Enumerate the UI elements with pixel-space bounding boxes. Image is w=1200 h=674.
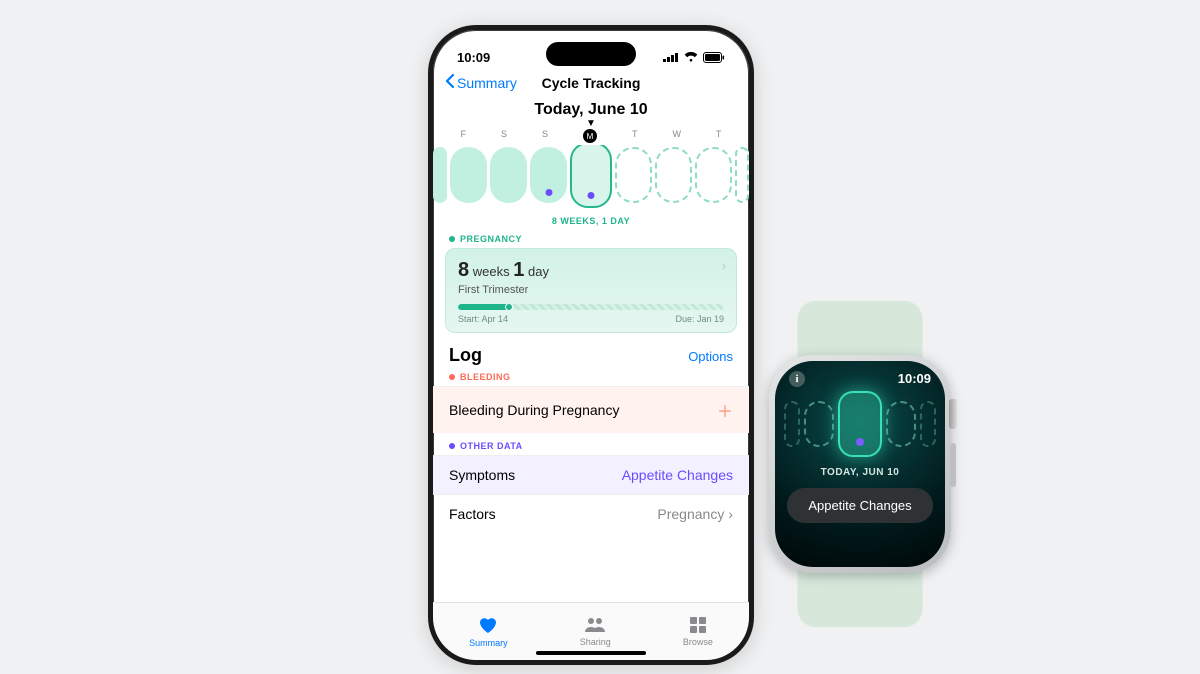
watch-device: i 10:09 TODAY, JUN 10 Appetite Changes bbox=[745, 355, 975, 573]
iphone-device: 10:09 Summary Cycle Tracking Today, June… bbox=[428, 25, 754, 665]
watch-date: TODAY, JUN 10 bbox=[775, 467, 945, 478]
watch-screen[interactable]: i 10:09 TODAY, JUN 10 Appetite Changes bbox=[775, 361, 945, 567]
tab-bar: Summary Sharing Browse bbox=[433, 602, 749, 660]
section-label: BLEEDING bbox=[460, 372, 511, 382]
cycle-day[interactable] bbox=[490, 147, 527, 203]
log-dot-icon bbox=[545, 189, 552, 196]
other-section-header: OTHER DATA bbox=[433, 433, 749, 455]
status-time: 10:09 bbox=[457, 50, 490, 65]
factors-row[interactable]: Factors Pregnancy › bbox=[433, 494, 749, 533]
tab-label: Summary bbox=[469, 638, 508, 648]
pregnancy-section-header: PREGNANCY bbox=[433, 234, 749, 248]
heart-icon bbox=[478, 616, 498, 636]
back-button[interactable]: Summary bbox=[445, 74, 517, 91]
back-label: Summary bbox=[457, 75, 517, 91]
home-indicator[interactable] bbox=[536, 651, 646, 655]
weekday-label: S bbox=[501, 129, 507, 143]
pregnancy-start: Start: Apr 14 bbox=[458, 314, 508, 324]
row-label: Symptoms bbox=[449, 467, 515, 483]
chevron-right-icon: › bbox=[728, 506, 733, 522]
tab-label: Browse bbox=[683, 637, 713, 647]
symptoms-row[interactable]: Symptoms Appetite Changes bbox=[433, 455, 749, 494]
pregnancy-card[interactable]: › 8 weeks 1 day First Trimester Start: A… bbox=[445, 248, 737, 333]
weekday-label: W bbox=[672, 129, 681, 143]
progress-knob-icon bbox=[505, 304, 513, 310]
row-label: Bleeding During Pregnancy bbox=[449, 402, 619, 418]
watch-band bbox=[798, 301, 923, 361]
pregnancy-progress bbox=[458, 304, 724, 310]
section-label: PREGNANCY bbox=[460, 234, 522, 244]
cycle-day[interactable] bbox=[784, 401, 800, 447]
cycle-strip[interactable] bbox=[433, 145, 749, 210]
log-dot-icon bbox=[856, 438, 864, 446]
side-button[interactable] bbox=[950, 443, 956, 487]
bullet-icon bbox=[449, 443, 455, 449]
log-options-button[interactable]: Options bbox=[688, 349, 733, 364]
section-label: OTHER DATA bbox=[460, 441, 523, 451]
digital-crown[interactable] bbox=[949, 399, 957, 429]
cycle-day[interactable] bbox=[695, 147, 732, 203]
cycle-day[interactable] bbox=[530, 147, 567, 203]
pregnancy-trimester: First Trimester bbox=[458, 284, 724, 296]
chevron-left-icon bbox=[445, 74, 455, 91]
watch-case: i 10:09 TODAY, JUN 10 Appetite Changes bbox=[769, 355, 951, 573]
log-dot-icon bbox=[588, 192, 595, 199]
log-title: Log bbox=[449, 345, 482, 366]
cellular-icon bbox=[663, 52, 679, 62]
dynamic-island bbox=[546, 42, 636, 66]
tab-sharing[interactable]: Sharing bbox=[580, 617, 611, 647]
watch-symptom-chip[interactable]: Appetite Changes bbox=[787, 488, 933, 523]
cycle-day[interactable] bbox=[804, 401, 834, 447]
pregnancy-duration: 8 weeks 1 day bbox=[458, 259, 724, 282]
cycle-day[interactable] bbox=[886, 401, 916, 447]
cycle-day[interactable] bbox=[920, 401, 936, 447]
weekday-label: F bbox=[460, 129, 466, 143]
wifi-icon bbox=[684, 52, 698, 62]
cycle-day[interactable] bbox=[450, 147, 487, 203]
cycle-day[interactable] bbox=[735, 147, 749, 203]
watch-band bbox=[798, 567, 923, 627]
plus-icon[interactable]: ＋ bbox=[717, 398, 733, 422]
weekday-row: F S S M T W T bbox=[433, 127, 749, 145]
bullet-icon bbox=[449, 374, 455, 380]
watch-time: 10:09 bbox=[898, 371, 931, 387]
watch-cycle-strip[interactable] bbox=[775, 391, 945, 457]
weekday-label: S bbox=[542, 129, 548, 143]
tab-browse[interactable]: Browse bbox=[683, 617, 713, 647]
weekday-label: T bbox=[716, 129, 722, 143]
cycle-day-today[interactable] bbox=[838, 391, 882, 457]
people-icon bbox=[584, 617, 606, 635]
row-value: Pregnancy › bbox=[657, 506, 733, 522]
info-icon[interactable]: i bbox=[789, 371, 805, 387]
cycle-day[interactable] bbox=[433, 147, 447, 203]
row-label: Factors bbox=[449, 506, 496, 522]
row-value: Appetite Changes bbox=[622, 467, 733, 483]
battery-icon bbox=[703, 52, 725, 63]
bleeding-section-header: BLEEDING bbox=[433, 372, 749, 386]
weekday-today-badge: M bbox=[583, 129, 597, 143]
pregnancy-due: Due: Jan 19 bbox=[675, 314, 724, 324]
tab-summary[interactable]: Summary bbox=[469, 616, 508, 648]
cycle-day-today[interactable] bbox=[570, 145, 612, 208]
nav-header: Summary Cycle Tracking bbox=[433, 70, 749, 97]
cycle-day[interactable] bbox=[615, 147, 652, 203]
tab-label: Sharing bbox=[580, 637, 611, 647]
cycle-caption: 8 WEEKS, 1 DAY bbox=[433, 210, 749, 234]
weekday-label: T bbox=[632, 129, 638, 143]
bullet-icon bbox=[449, 236, 455, 242]
grid-icon bbox=[690, 617, 706, 635]
chevron-right-icon: › bbox=[722, 259, 726, 273]
cycle-day[interactable] bbox=[655, 147, 692, 203]
bleeding-row[interactable]: Bleeding During Pregnancy ＋ bbox=[433, 386, 749, 433]
